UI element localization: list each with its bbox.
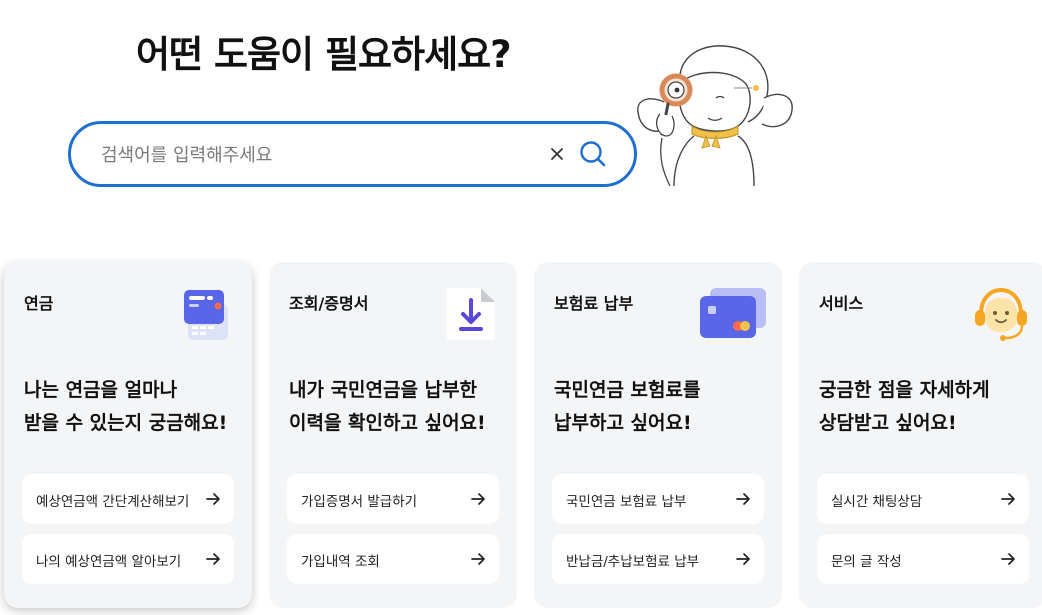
arrow-right-icon [471,493,485,505]
card-title: 조회/증명서 [289,294,369,313]
live-chat-link[interactable]: 실시간 채팅상담 [817,474,1029,524]
link-label: 나의 예상연금액 알아보기 [36,554,182,570]
headset-chat-icon [975,287,1027,341]
card-title: 연금 [24,294,54,313]
write-inquiry-link[interactable]: 문의 글 작성 [817,534,1029,584]
quick-calc-link[interactable]: 예상연금액 간단계산해보기 [22,474,234,524]
card-description: 국민연금 보험료를 납부하고 싶어요! [554,379,701,434]
pension-calculator-icon [184,290,228,340]
enrollment-history-link[interactable]: 가입내역 조회 [287,534,499,584]
arrow-right-icon [206,553,220,565]
search-button[interactable] [577,138,609,170]
link-label: 가입내역 조회 [301,554,380,570]
card-inquiry-certificate[interactable]: 조회/증명서 내가 국민연금을 납부한 이력을 확인하고 싶어요! 가입증명서 … [269,262,517,608]
document-download-icon [447,288,495,340]
search-icon [580,141,606,167]
clear-search-button[interactable] [545,142,569,166]
card-title: 보험료 납부 [554,294,634,313]
card-premium-payment[interactable]: 보험료 납부 국민연금 보험료를 납부하고 싶어요! 국민연금 보험료 납부 반… [534,262,782,608]
premium-payment-link[interactable]: 국민연금 보험료 납부 [552,474,764,524]
certificate-issue-link[interactable]: 가입증명서 발급하기 [287,474,499,524]
link-label: 예상연금액 간단계산해보기 [36,494,190,510]
my-pension-link[interactable]: 나의 예상연금액 알아보기 [22,534,234,584]
link-label: 국민연금 보험료 납부 [566,494,687,510]
page-title: 어떤 도움이 필요하세요? [136,33,512,76]
character-illustration [637,45,793,186]
arrow-right-icon [206,493,220,505]
search-input[interactable] [101,138,531,172]
link-label: 반납금/추납보험료 납부 [566,554,700,570]
card-pension[interactable]: 연금 나는 연금을 얼마나 받을 수 있는지 궁금해요! 예상연금액 간단계산해… [4,262,252,608]
credit-card-icon [700,288,766,338]
arrow-right-icon [1001,553,1015,565]
arrow-right-icon [736,493,750,505]
search-bar [68,121,637,187]
card-description: 궁금한 점을 자세하게 상담받고 싶어요! [819,379,990,434]
link-label: 가입증명서 발급하기 [301,494,418,510]
refund-additional-payment-link[interactable]: 반납금/추납보험료 납부 [552,534,764,584]
card-title: 서비스 [819,294,864,313]
card-service[interactable]: 서비스 궁금한 점을 자세하게 상담받고 싶어요! 실시간 채팅상담 문의 글 … [799,262,1042,608]
card-description: 나는 연금을 얼마나 받을 수 있는지 궁금해요! [24,379,228,434]
close-icon [551,148,563,160]
card-description: 내가 국민연금을 납부한 이력을 확인하고 싶어요! [289,379,486,434]
link-label: 실시간 채팅상담 [831,494,923,510]
link-label: 문의 글 작성 [831,554,902,570]
arrow-right-icon [471,553,485,565]
arrow-right-icon [736,553,750,565]
arrow-right-icon [1001,493,1015,505]
